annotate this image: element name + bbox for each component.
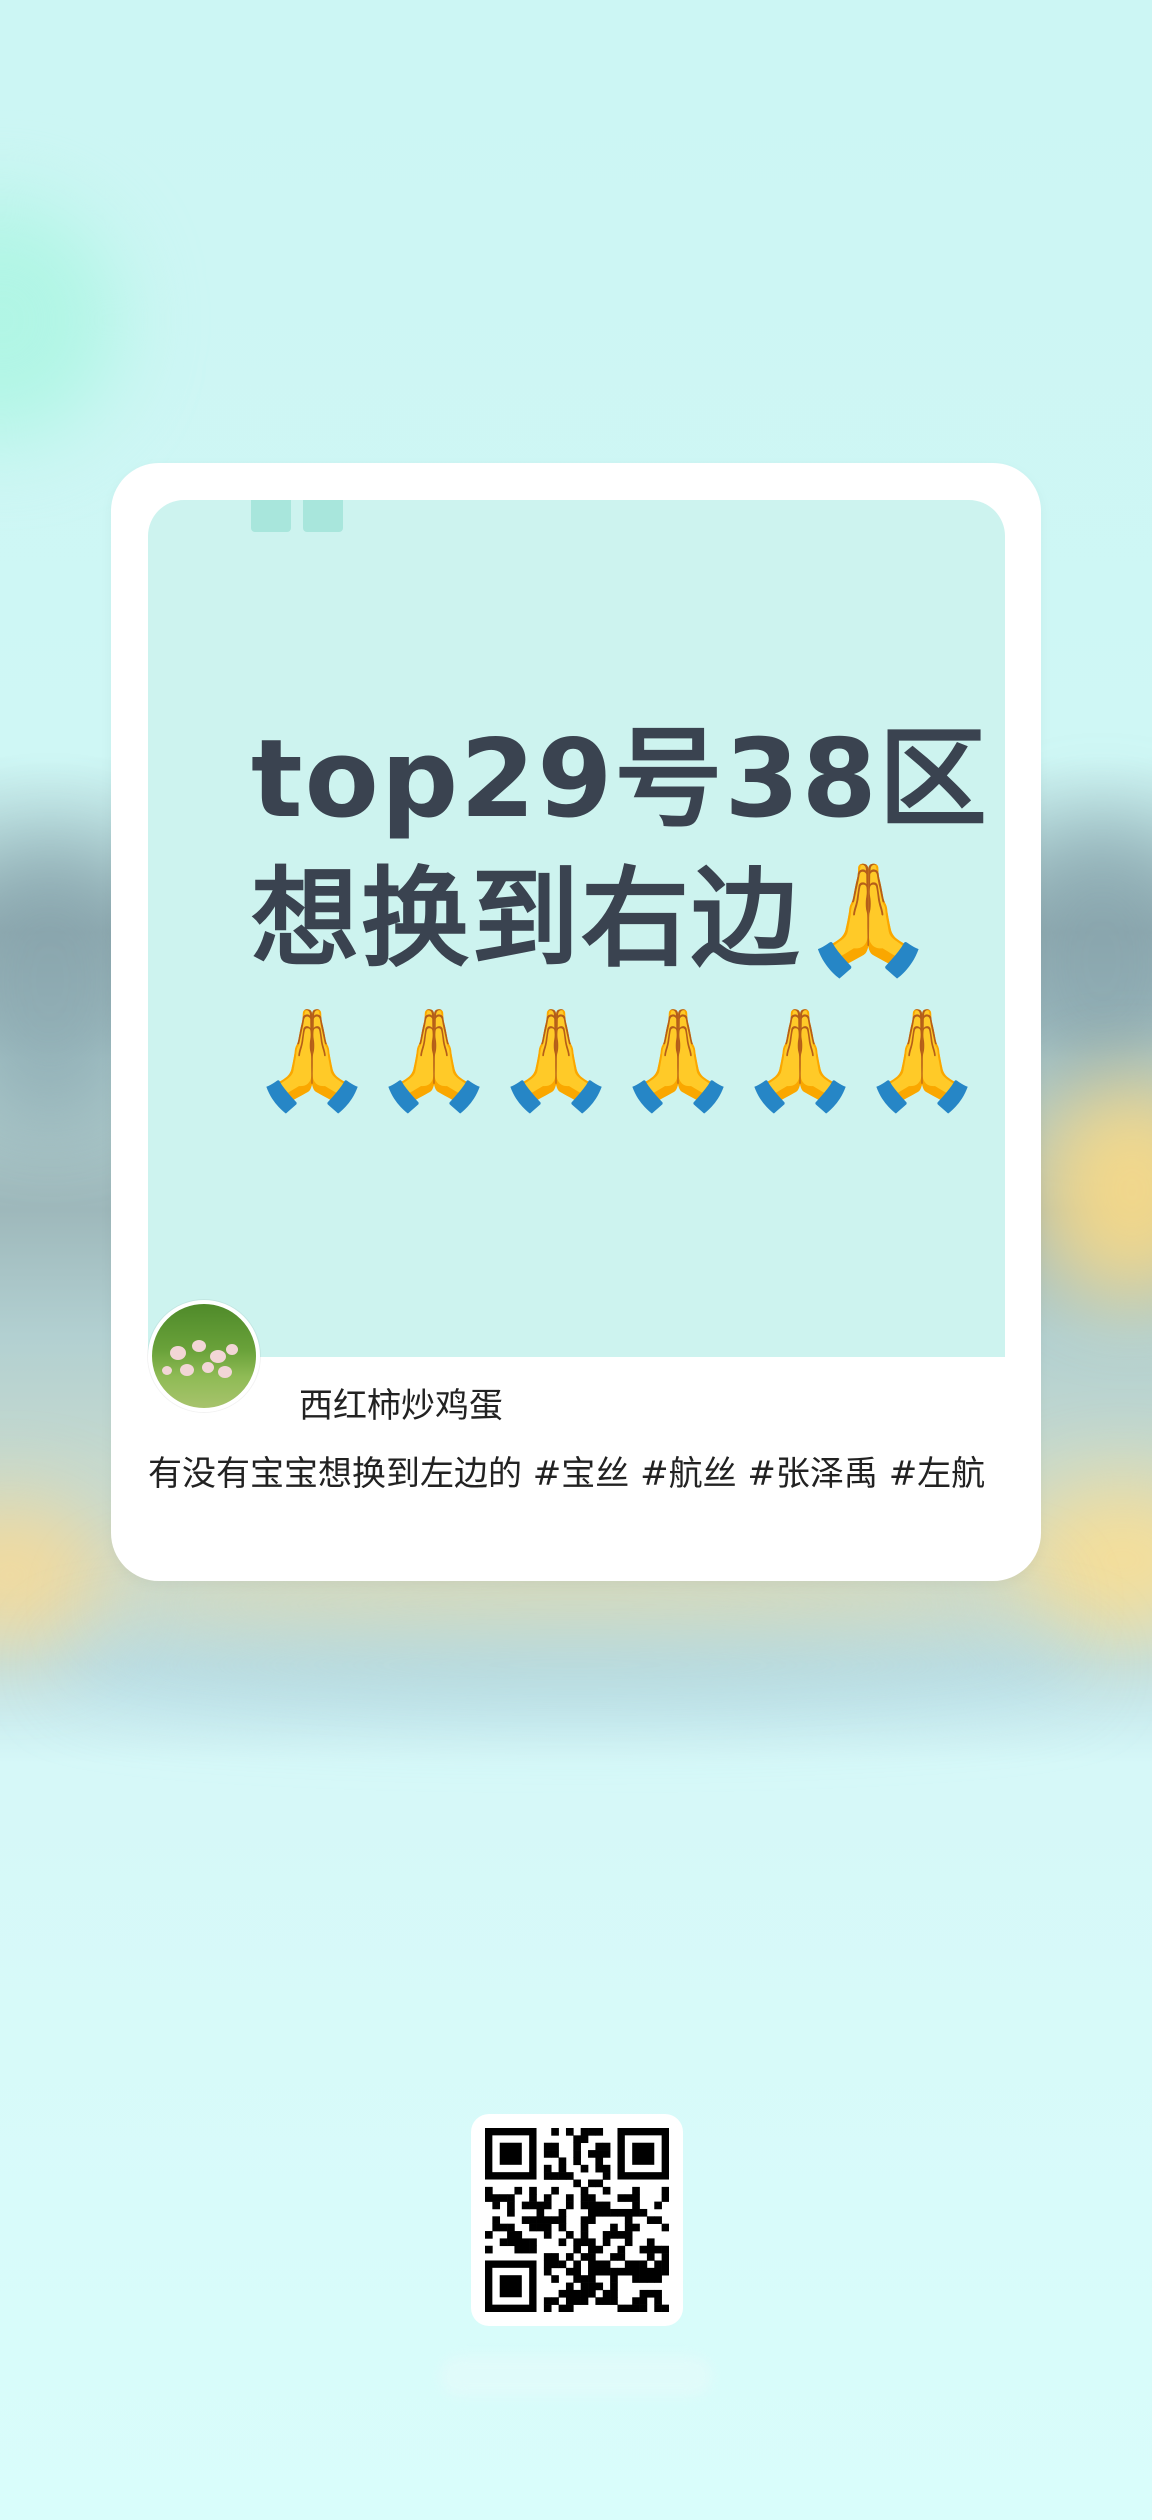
post-card[interactable]: top29号38区 想换到右边🙏 🙏🙏🙏🙏🙏🙏 西红柿炒鸡蛋 有没有宝宝想换到左… xyxy=(111,463,1041,1581)
bg-blob xyxy=(1032,1080,1152,1300)
quote-mark-icon xyxy=(251,500,291,532)
post-caption: 有没有宝宝想换到左边的 #宝丝 #航丝 #张泽禹 #左航 xyxy=(148,1454,986,1494)
cover-line-3: 🙏🙏🙏🙏🙏🙏 xyxy=(251,1003,984,1117)
cover-line-2: 想换到右边🙏 xyxy=(251,857,938,982)
qr-code-image xyxy=(485,2128,669,2312)
quote-mark-icon xyxy=(303,500,343,532)
bg-blob xyxy=(0,200,120,440)
author-name[interactable]: 西红柿炒鸡蛋 xyxy=(299,1378,503,1427)
qr-code xyxy=(471,2114,683,2326)
cover-text: top29号38区 想换到右边🙏 🙏🙏🙏🙏🙏🙏 xyxy=(251,710,989,1130)
bg-blob xyxy=(60,1630,1090,1700)
bg-blob xyxy=(0,1500,110,1650)
avatar[interactable] xyxy=(148,1300,260,1412)
cover-line-1: top29号38区 xyxy=(251,717,989,842)
qr-caption-faint xyxy=(440,2356,712,2396)
post-cover: top29号38区 想换到右边🙏 🙏🙏🙏🙏🙏🙏 xyxy=(148,500,1005,1357)
